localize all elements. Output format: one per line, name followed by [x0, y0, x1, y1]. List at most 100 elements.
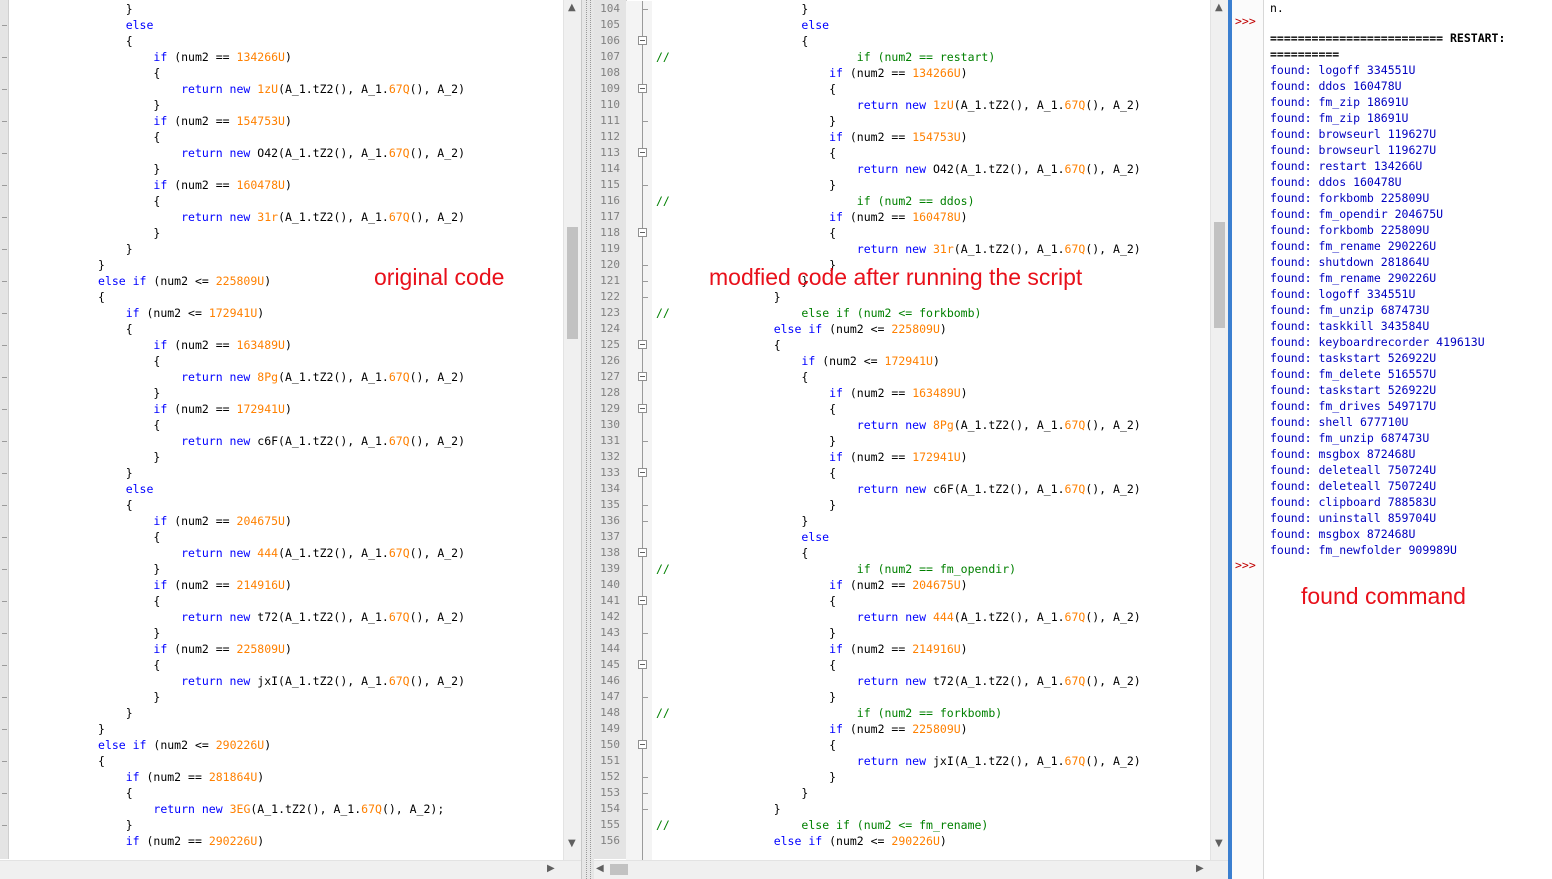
code-token: { — [656, 594, 837, 608]
code-token: ) — [257, 834, 265, 848]
fold-margin[interactable] — [626, 1, 652, 861]
code-token: } — [8, 450, 161, 464]
right-code-area[interactable]: } else {// if (num2 == restart) if (num2… — [656, 1, 1211, 861]
fold-marker[interactable] — [2, 25, 7, 26]
fold-toggle-icon[interactable] — [638, 148, 647, 157]
fold-marker[interactable] — [2, 345, 7, 346]
fold-marker[interactable] — [2, 825, 7, 826]
number-token: 31r — [932, 242, 954, 256]
python-shell-output[interactable]: >>> >>> n. ========================= RES… — [1232, 0, 1552, 879]
fold-marker[interactable] — [2, 633, 7, 634]
fold-toggle-icon[interactable] — [638, 740, 647, 749]
found-command-annotation: found command — [1301, 583, 1466, 609]
code-token: (num2 == — [139, 770, 209, 784]
original-code-editor[interactable]: } else { if (num2 == 134266U) { return n… — [0, 0, 581, 879]
fold-toggle-icon[interactable] — [638, 468, 647, 477]
code-token: } — [656, 802, 781, 816]
left-vertical-scrollbar[interactable]: ▲ ▼ — [563, 0, 581, 861]
fold-marker[interactable] — [2, 505, 7, 506]
line-number: 140 — [600, 578, 620, 591]
fold-marker[interactable] — [2, 89, 7, 90]
code-token: (num2 == — [167, 338, 237, 352]
fold-toggle-icon[interactable] — [638, 596, 647, 605]
keyword-token: else — [801, 18, 830, 32]
fold-marker[interactable] — [2, 217, 7, 218]
fold-toggle-icon[interactable] — [638, 36, 647, 45]
fold-marker[interactable] — [2, 441, 7, 442]
left-horizontal-scrollbar[interactable]: ▶ — [0, 860, 581, 879]
found-command-line: found: taskstart 526922U — [1270, 351, 1437, 365]
fold-marker[interactable] — [2, 473, 7, 474]
fold-marker[interactable] — [2, 153, 7, 154]
line-number: 130 — [600, 418, 620, 431]
line-number: 123 — [600, 306, 620, 319]
modified-code-line: return new 1zU(A_1.tZ2(), A_1.67Q(), A_2… — [656, 97, 1141, 113]
fold-marker[interactable] — [2, 409, 7, 410]
right-scroll-thumb[interactable] — [1214, 222, 1225, 328]
modified-code-line: return new 8Pg(A_1.tZ2(), A_1.67Q(), A_2… — [656, 417, 1141, 433]
scroll-left-arrow-icon[interactable]: ◀ — [596, 863, 604, 874]
number-token: 444 — [932, 610, 954, 624]
original-code-line: { — [8, 497, 133, 513]
fold-marker[interactable] — [2, 121, 7, 122]
scroll-right-arrow-icon[interactable]: ▶ — [547, 863, 555, 874]
line-number: 144 — [600, 642, 620, 655]
fold-marker[interactable] — [2, 185, 7, 186]
scroll-up-arrow-icon[interactable]: ▲ — [568, 2, 576, 13]
left-code-area[interactable]: } else { if (num2 == 134266U) { return n… — [8, 1, 564, 861]
fold-marker[interactable] — [2, 569, 7, 570]
fold-marker[interactable] — [2, 761, 7, 762]
fold-toggle-icon[interactable] — [638, 340, 647, 349]
fold-toggle-icon[interactable] — [638, 228, 647, 237]
number-token: 8Pg — [932, 418, 954, 432]
comment-token: // — [656, 562, 670, 576]
right-horizontal-scrollbar[interactable]: ◀ ▶ — [594, 860, 1228, 879]
modified-code-editor[interactable]: 104 105 106 107 108 109 110 111 112 113 114 115 116 1… — [594, 0, 1228, 879]
number-token: 163489U — [912, 386, 961, 400]
code-token: { — [656, 402, 837, 416]
code-token: (), A_2) — [409, 610, 465, 624]
code-token: } — [656, 178, 837, 192]
modified-code-line: } — [656, 1, 808, 17]
fold-toggle-icon[interactable] — [638, 84, 647, 93]
fold-marker[interactable] — [2, 665, 7, 666]
fold-toggle-icon[interactable] — [638, 660, 647, 669]
keyword-token: else — [125, 482, 154, 496]
code-token: } — [656, 498, 837, 512]
fold-end-marker — [643, 793, 648, 794]
fold-marker[interactable] — [2, 249, 7, 250]
code-token: { — [8, 786, 133, 800]
fold-marker[interactable] — [2, 313, 7, 314]
fold-marker[interactable] — [2, 601, 7, 602]
found-command-line: found: msgbox 872468U — [1270, 447, 1416, 461]
scroll-down-arrow-icon[interactable]: ▼ — [568, 838, 576, 849]
fold-marker[interactable] — [2, 793, 7, 794]
fold-toggle-icon[interactable] — [638, 548, 647, 557]
keyword-token: return new — [181, 146, 251, 160]
fold-marker[interactable] — [2, 697, 7, 698]
fold-toggle-icon[interactable] — [638, 372, 647, 381]
code-token: } — [656, 114, 837, 128]
right-hscroll-thumb[interactable] — [610, 864, 628, 875]
fold-marker[interactable] — [2, 377, 7, 378]
code-token: ) — [257, 770, 265, 784]
left-scroll-thumb[interactable] — [567, 227, 578, 339]
number-token: 67Q — [388, 610, 410, 624]
code-token: t72(A_1.tZ2(), A_1. — [250, 610, 389, 624]
keyword-token: if — [153, 338, 168, 352]
fold-toggle-icon[interactable] — [638, 404, 647, 413]
fold-marker[interactable] — [2, 729, 7, 730]
scroll-up-arrow-icon[interactable]: ▲ — [1215, 2, 1223, 13]
right-vertical-scrollbar[interactable]: ▲ ▼ — [1210, 0, 1228, 861]
scroll-right-arrow-icon[interactable]: ▶ — [1196, 863, 1204, 874]
scroll-down-arrow-icon[interactable]: ▼ — [1215, 838, 1223, 849]
fold-marker[interactable] — [2, 537, 7, 538]
fold-marker[interactable] — [2, 281, 7, 282]
number-token: 160478U — [912, 210, 961, 224]
fold-marker[interactable] — [2, 57, 7, 58]
